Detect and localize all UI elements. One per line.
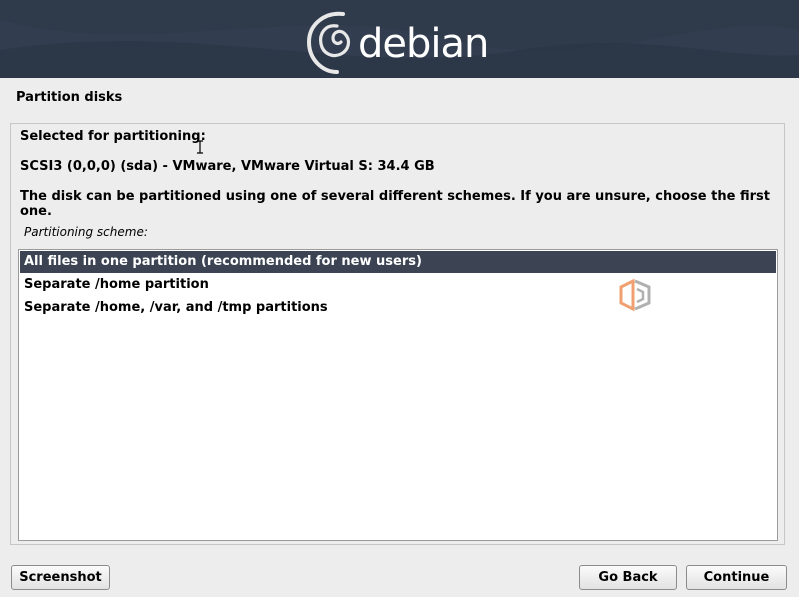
text-cursor-icon — [197, 140, 203, 154]
option-separate-home[interactable]: Separate /home partition — [20, 274, 776, 296]
partitioning-scheme-list[interactable]: All files in one partition (recommended … — [18, 249, 778, 541]
watermark-logo-icon — [619, 278, 651, 312]
option-separate-home-var-tmp[interactable]: Separate /home, /var, and /tmp partition… — [20, 297, 776, 319]
continue-button[interactable]: Continue — [686, 565, 787, 590]
go-back-button[interactable]: Go Back — [579, 565, 677, 590]
debian-swirl-icon — [306, 11, 351, 74]
description-text: The disk can be partitioned using one of… — [20, 189, 770, 219]
debian-logo-text: debian — [358, 21, 489, 67]
page-title: Partition disks — [16, 90, 123, 105]
disk-info: SCSI3 (0,0,0) (sda) - VMware, VMware Vir… — [20, 159, 435, 174]
selected-heading: Selected for partitioning: — [20, 129, 206, 144]
option-all-files-one-partition[interactable]: All files in one partition (recommended … — [20, 251, 776, 273]
debian-logo: debian — [303, 8, 489, 76]
debian-banner: debian — [0, 0, 799, 78]
partitioning-scheme-label: Partitioning scheme: — [24, 225, 148, 239]
screenshot-button[interactable]: Screenshot — [11, 565, 110, 590]
